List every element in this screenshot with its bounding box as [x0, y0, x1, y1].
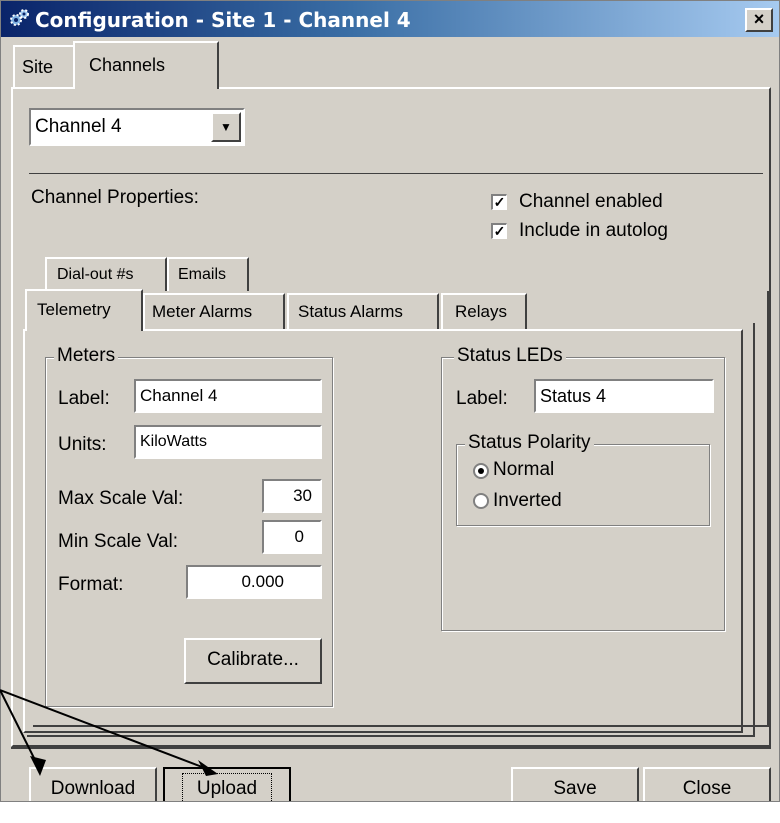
inverted-label: Inverted — [493, 490, 562, 511]
min-scale-input[interactable]: 0 — [262, 520, 322, 554]
upload-button-label: Upload — [181, 773, 273, 801]
tab-site-label: Site — [22, 57, 54, 77]
tab-emails[interactable]: Emails — [167, 257, 249, 291]
include-autolog-label: Include in autolog — [519, 220, 668, 241]
status-polarity-group: Status Polarity Normal Inverted — [456, 432, 710, 526]
tab-dial-out[interactable]: Dial-out #s — [45, 257, 167, 291]
max-scale-value: 30 — [293, 486, 312, 505]
configuration-window: Configuration - Site 1 - Channel 4 × Sit… — [0, 0, 780, 802]
status-polarity-legend: Status Polarity — [465, 432, 594, 454]
tab-site[interactable]: Site — [13, 45, 73, 87]
tab-channels-label: Channels — [89, 55, 166, 75]
separator — [29, 173, 763, 174]
status-label-caption: Label: — [456, 388, 508, 409]
title-bar[interactable]: Configuration - Site 1 - Channel 4 × — [1, 1, 779, 37]
meter-label-value: Channel 4 — [140, 386, 218, 405]
meters-legend: Meters — [54, 345, 119, 367]
meters-group: Meters Label: Channel 4 Units: KiloWatts… — [45, 345, 333, 707]
status-leds-legend: Status LEDs — [454, 345, 566, 367]
max-scale-input[interactable]: 30 — [262, 479, 322, 513]
normal-radio[interactable] — [473, 463, 489, 479]
status-leds-group: Status LEDs Label: Status 4 Status Polar… — [441, 345, 725, 631]
channel-enabled-checkbox[interactable]: ✓ — [491, 194, 507, 210]
calibrate-button[interactable]: Calibrate... — [184, 638, 322, 684]
download-button[interactable]: Download — [29, 767, 157, 801]
status-label-value: Status 4 — [540, 386, 607, 406]
bottom-separator — [11, 747, 771, 749]
upload-button[interactable]: Upload — [163, 767, 291, 801]
tab-emails-label: Emails — [178, 266, 227, 283]
tab-telemetry-label: Telemetry — [37, 300, 111, 319]
channel-enabled-label: Channel enabled — [519, 191, 663, 212]
tab-telemetry[interactable]: Telemetry — [25, 289, 143, 331]
max-scale-caption: Max Scale Val: — [58, 488, 184, 509]
tab-dial-out-label: Dial-out #s — [57, 266, 134, 283]
channel-select-value: Channel 4 — [35, 116, 122, 137]
units-input[interactable]: KiloWatts — [134, 425, 322, 459]
min-scale-value: 0 — [294, 527, 304, 546]
save-button[interactable]: Save — [511, 767, 639, 801]
channel-properties-label: Channel Properties: — [31, 187, 199, 208]
window-title: Configuration - Site 1 - Channel 4 — [35, 8, 411, 32]
normal-label: Normal — [493, 459, 555, 480]
format-caption: Format: — [58, 574, 124, 595]
gears-icon — [10, 9, 29, 26]
units-caption: Units: — [58, 434, 107, 455]
close-button[interactable]: Close — [643, 767, 771, 801]
include-autolog-checkbox[interactable]: ✓ — [491, 223, 507, 239]
units-value: KiloWatts — [140, 433, 207, 450]
meter-label-input[interactable]: Channel 4 — [134, 379, 322, 413]
chevron-down-icon[interactable]: ▼ — [211, 112, 241, 142]
status-label-input[interactable]: Status 4 — [534, 379, 714, 413]
format-input[interactable]: 0.000 — [186, 565, 322, 599]
meter-label-caption: Label: — [58, 388, 110, 409]
channel-select[interactable]: Channel 4 ▼ — [29, 108, 245, 146]
format-value: 0.000 — [241, 572, 284, 591]
close-window-button[interactable]: × — [745, 8, 773, 32]
min-scale-caption: Min Scale Val: — [58, 531, 179, 552]
tab-channels[interactable]: Channels — [73, 41, 219, 89]
inverted-radio[interactable] — [473, 493, 489, 509]
